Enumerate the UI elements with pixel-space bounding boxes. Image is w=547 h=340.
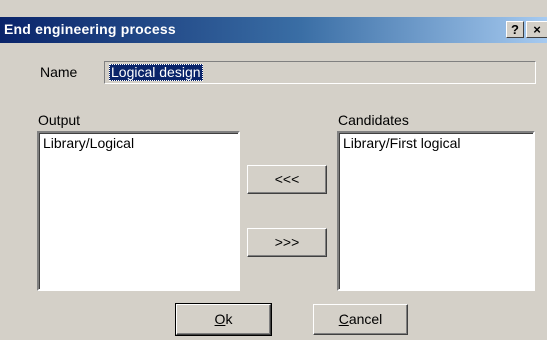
ok-button[interactable]: Ok bbox=[175, 303, 272, 336]
title-bar[interactable]: End engineering process ? × bbox=[0, 17, 547, 43]
candidates-list[interactable]: Library/First logical bbox=[337, 131, 535, 291]
output-list[interactable]: Library/Logical bbox=[37, 131, 240, 291]
list-item[interactable]: Library/First logical bbox=[343, 135, 460, 151]
name-label: Name bbox=[40, 64, 78, 80]
move-to-output-button[interactable]: <<< bbox=[247, 165, 327, 194]
list-item[interactable]: Library/Logical bbox=[43, 135, 134, 151]
close-button[interactable]: × bbox=[526, 21, 547, 38]
cancel-button[interactable]: Cancel bbox=[313, 304, 408, 335]
end-engineering-process-dialog: End engineering process ? × Name Logical… bbox=[0, 0, 547, 340]
name-field-value: Logical design bbox=[109, 64, 203, 81]
output-label: Output bbox=[38, 112, 81, 128]
help-button[interactable]: ? bbox=[506, 21, 524, 38]
ok-label-rest: k bbox=[225, 311, 233, 327]
candidates-label: Candidates bbox=[338, 112, 409, 128]
cancel-label-rest: ancel bbox=[348, 311, 383, 327]
help-icon: ? bbox=[511, 22, 519, 37]
cancel-mnemonic: C bbox=[338, 311, 349, 327]
window-title: End engineering process bbox=[4, 21, 176, 37]
ok-mnemonic: O bbox=[214, 311, 226, 327]
move-to-candidates-button[interactable]: >>> bbox=[247, 228, 327, 257]
name-field[interactable]: Logical design bbox=[104, 61, 536, 84]
close-icon: × bbox=[533, 22, 541, 37]
